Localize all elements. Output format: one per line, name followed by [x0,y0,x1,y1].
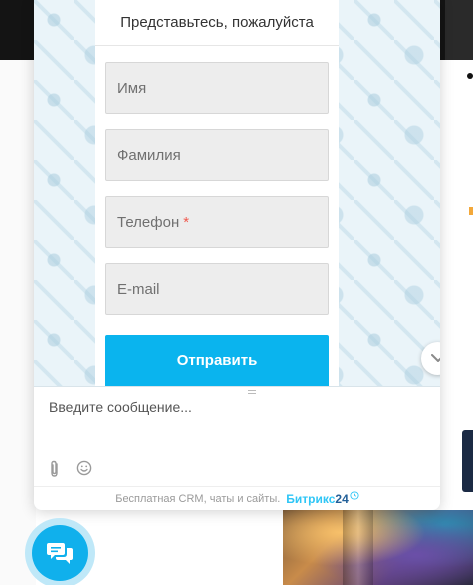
message-input-placeholder[interactable]: Введите сообщение... [49,399,192,415]
message-composer[interactable]: Введите сообщение... [34,386,440,486]
chat-launcher-button[interactable] [32,525,88,581]
phone-field[interactable]: Телефон * [105,196,329,248]
paperclip-icon[interactable] [48,460,62,478]
last-name-placeholder: Фамилия [117,146,181,164]
page-photo [283,510,473,585]
powered-by-footer: Бесплатная CRM, чаты и сайты. Битрикс24 [34,486,440,510]
last-name-field[interactable]: Фамилия [105,129,329,181]
brand-name: Битрикс [286,491,336,506]
email-placeholder: E-mail [117,280,160,298]
required-mark: * [183,213,190,231]
email-field[interactable]: E-mail [105,263,329,315]
phone-placeholder: Телефон [117,213,180,231]
clock-icon [350,491,359,500]
chevron-down-icon [430,354,440,362]
page-header-right [445,0,473,60]
page-accent-line [469,207,473,215]
page-dot [467,73,473,79]
page-left-strip [0,60,36,585]
submit-button[interactable]: Отправить [105,335,329,386]
chat-widget: Представьтесь, пожалуйста Имя Фамилия Те… [34,0,440,510]
page-side-tab[interactable] [462,430,473,492]
contact-form: Представьтесь, пожалуйста Имя Фамилия Те… [95,0,339,386]
footer-text: Бесплатная CRM, чаты и сайты. [115,492,281,505]
bitrix24-logo[interactable]: Битрикс24 [286,492,348,506]
chat-bubbles-icon [47,543,73,564]
form-title: Представьтесь, пожалуйста [95,0,339,46]
first-name-placeholder: Имя [117,79,147,97]
resize-grip[interactable] [248,390,256,394]
first-name-field[interactable]: Имя [105,62,329,114]
smile-icon[interactable] [76,460,92,476]
brand-suffix: 24 [335,491,349,506]
